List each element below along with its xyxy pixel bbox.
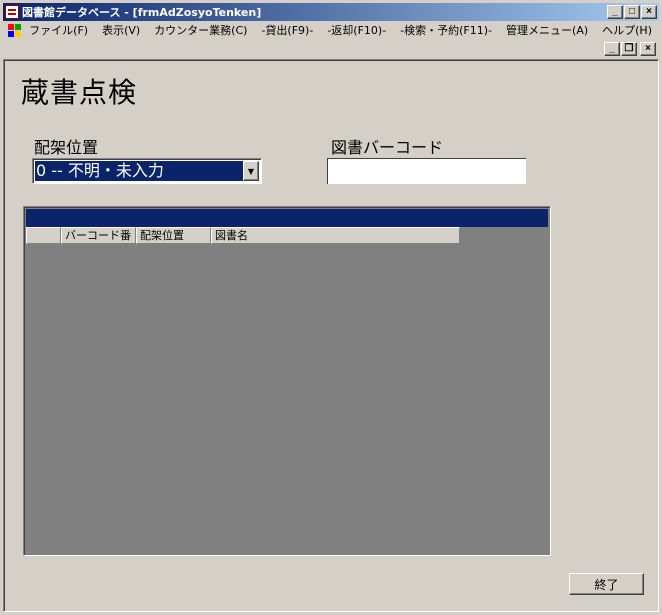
grid-header: バーコード番 配架位置 図書名 xyxy=(26,227,460,244)
form-client-area: 蔵書点検 配架位置 0 -- 不明・未入力 ▼ 図書バーコード バーコード番 配… xyxy=(3,59,659,612)
close-form-button[interactable]: 終了 xyxy=(569,573,644,595)
mdi-minimize-button[interactable]: _ xyxy=(604,42,620,56)
column-header-location[interactable]: 配架位置 xyxy=(136,227,211,244)
menu-bar: ファイル(F) 表示(V) カウンター業務(C) -貸出(F9)- -返却(F1… xyxy=(3,21,659,41)
mdi-restore-button[interactable]: ❐ xyxy=(621,42,637,56)
menu-lend[interactable]: -貸出(F9)- xyxy=(254,21,320,41)
main-window: 図書館データベース - [frmAdZosyoTenken] _ □ × ファイ… xyxy=(0,0,662,615)
mdi-child-icon[interactable] xyxy=(8,24,21,38)
barcode-input[interactable] xyxy=(327,158,526,184)
location-label: 配架位置 xyxy=(34,138,99,157)
menu-return[interactable]: -返却(F10)- xyxy=(320,21,393,41)
menu-counter[interactable]: カウンター業務(C) xyxy=(147,21,254,41)
grid-caption-bar xyxy=(26,209,548,227)
menu-help[interactable]: ヘルプ(H) xyxy=(595,21,659,41)
close-window-button[interactable]: × xyxy=(641,5,657,19)
app-icon[interactable] xyxy=(5,5,19,19)
mdi-controls: _ ❐ × xyxy=(604,42,658,58)
results-grid[interactable]: バーコード番 配架位置 図書名 xyxy=(23,206,551,556)
barcode-label: 図書バーコード xyxy=(331,138,444,157)
grid-row-selector-header[interactable] xyxy=(26,227,61,244)
menu-admin[interactable]: 管理メニュー(A) xyxy=(499,21,595,41)
column-header-barcode[interactable]: バーコード番 xyxy=(61,227,136,244)
mdi-close-button[interactable]: × xyxy=(640,42,656,56)
menu-view[interactable]: 表示(V) xyxy=(95,21,147,41)
menu-file[interactable]: ファイル(F) xyxy=(22,21,95,41)
menu-search-reserve[interactable]: -検索・予約(F11)- xyxy=(393,21,499,41)
column-header-title[interactable]: 図書名 xyxy=(211,227,460,244)
maximize-button[interactable]: □ xyxy=(624,5,640,19)
location-selected-value: 0 -- 不明・未入力 xyxy=(35,161,243,181)
location-select[interactable]: 0 -- 不明・未入力 ▼ xyxy=(32,158,262,184)
window-title: 図書館データベース - [frmAdZosyoTenken] xyxy=(22,6,262,19)
chevron-down-icon[interactable]: ▼ xyxy=(243,161,259,181)
minimize-button[interactable]: _ xyxy=(607,5,623,19)
form-title: 蔵書点検 xyxy=(21,76,138,109)
title-bar[interactable]: 図書館データベース - [frmAdZosyoTenken] _ □ × xyxy=(3,3,659,21)
